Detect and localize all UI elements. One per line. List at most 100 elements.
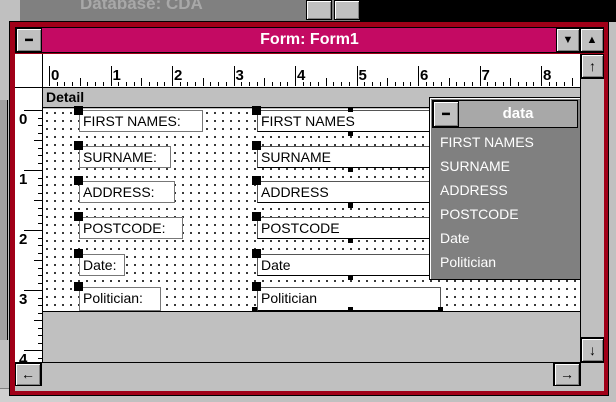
database-window-button-2[interactable] <box>334 0 360 20</box>
field-list-item-address[interactable]: ADDRESS <box>432 178 578 202</box>
field-list-system-menu[interactable]: ━ <box>433 101 459 127</box>
scroll-down-button[interactable]: ↓ <box>581 338 604 362</box>
ruler-tick <box>517 82 519 86</box>
ruler-tick <box>402 82 404 86</box>
scrollbar-corner <box>580 362 604 386</box>
ruler-corner <box>15 54 43 88</box>
textbox-address[interactable]: ADDRESS <box>257 181 441 203</box>
label-politician[interactable]: Politician: <box>79 287 161 311</box>
database-window-button[interactable] <box>306 0 332 20</box>
move-handle-textbox-surname[interactable] <box>252 141 261 150</box>
field-list-title-bar[interactable]: ━ data <box>432 100 578 128</box>
ruler-tick <box>38 207 42 209</box>
label-date[interactable]: Date: <box>79 254 125 276</box>
ruler-tick <box>471 82 473 86</box>
ruler-tick <box>295 66 296 86</box>
move-handle-label-date[interactable] <box>74 249 83 258</box>
field-list-item-date[interactable]: Date <box>432 226 578 250</box>
ruler-tick <box>79 78 81 86</box>
ruler-tick <box>348 82 350 86</box>
ruler-tick <box>456 82 458 86</box>
field-list-item-surname[interactable]: SURNAME <box>432 154 578 178</box>
scroll-left-button[interactable]: ← <box>15 363 41 386</box>
ruler-tick <box>279 82 281 86</box>
ruler-number: 5 <box>358 67 367 84</box>
ruler-number: 8 <box>543 67 552 84</box>
size-handle[interactable] <box>348 203 353 208</box>
ruler-tick <box>410 82 412 86</box>
ruler-tick <box>248 82 250 86</box>
ruler-tick <box>133 82 135 86</box>
size-handle[interactable] <box>438 307 443 312</box>
ruler-tick <box>318 82 320 86</box>
size-handle[interactable] <box>252 307 257 312</box>
field-list-window[interactable]: ━ data FIRST NAMES SURNAME ADDRESS POSTC… <box>429 97 581 280</box>
vertical-scrollbar[interactable]: ↑ ↓ <box>580 54 604 362</box>
minimize-button[interactable]: ▼ <box>556 28 580 52</box>
size-handle[interactable] <box>348 307 353 312</box>
size-handle[interactable] <box>348 131 353 136</box>
horizontal-scroll-track[interactable] <box>41 363 554 386</box>
scroll-up-button[interactable]: ↑ <box>581 54 604 78</box>
label-first-names[interactable]: FIRST NAMES: <box>79 110 203 132</box>
ruler-tick <box>34 320 42 321</box>
move-handle-textbox-date[interactable] <box>252 249 261 258</box>
ruler-number: 2 <box>174 67 183 84</box>
move-handle-label-postcode[interactable] <box>74 212 83 221</box>
label-postcode[interactable]: POSTCODE: <box>79 217 183 239</box>
ruler-tick <box>38 185 42 186</box>
ruler-tick <box>525 82 527 86</box>
move-handle-label-first-names[interactable] <box>74 106 83 115</box>
ruler-tick <box>38 177 42 179</box>
move-handle-label-politician[interactable] <box>74 282 83 291</box>
maximize-icon: ▲ <box>586 34 598 46</box>
ruler-tick <box>38 237 42 239</box>
move-handle-textbox-address[interactable] <box>252 176 261 185</box>
ruler-tick <box>387 78 389 86</box>
ruler-tick <box>38 335 42 336</box>
database-window[interactable]: Database: CDA <box>20 0 360 22</box>
move-handle-textbox-first-names[interactable] <box>252 106 261 115</box>
left-window-edge <box>0 100 8 340</box>
vertical-scroll-track[interactable] <box>581 78 604 338</box>
textbox-postcode[interactable]: POSTCODE <box>257 217 441 239</box>
size-handle[interactable] <box>348 107 353 112</box>
size-handle[interactable] <box>348 167 353 172</box>
ruler-tick <box>95 82 97 86</box>
ruler-tick <box>571 78 573 86</box>
move-handle-textbox-postcode[interactable] <box>252 212 261 221</box>
size-handle[interactable] <box>348 238 353 243</box>
ruler-tick <box>102 82 104 86</box>
textbox-surname[interactable]: SURNAME <box>257 146 441 168</box>
horizontal-scrollbar[interactable]: ← → <box>15 362 580 386</box>
ruler-tick <box>225 82 227 86</box>
ruler-number: 4 <box>19 351 28 362</box>
arrow-right-icon: → <box>560 366 574 382</box>
textbox-date[interactable]: Date <box>257 254 441 276</box>
field-list-item-politician[interactable]: Politician <box>432 250 578 274</box>
move-handle-label-address[interactable] <box>74 176 83 185</box>
label-surname[interactable]: SURNAME: <box>79 146 171 168</box>
move-handle-label-surname[interactable] <box>74 141 83 150</box>
form-title-bar[interactable]: ━ Form: Form1 ▼ ▲ <box>15 27 604 53</box>
textbox-first-names[interactable]: FIRST NAMES <box>257 110 441 132</box>
ruler-tick <box>38 327 42 329</box>
field-list-item-first-names[interactable]: FIRST NAMES <box>432 130 578 154</box>
field-list-item-postcode[interactable]: POSTCODE <box>432 202 578 226</box>
black-backdrop <box>360 0 616 22</box>
ruler-tick <box>110 66 112 86</box>
field-list-title: data <box>502 105 534 122</box>
scroll-right-button[interactable]: → <box>554 363 580 386</box>
arrow-down-icon: ↓ <box>589 342 596 358</box>
label-address[interactable]: ADDRESS: <box>79 181 175 203</box>
move-handle-textbox-politician[interactable] <box>252 282 261 291</box>
ruler-tick <box>64 82 66 86</box>
ruler-tick <box>34 200 42 201</box>
maximize-button[interactable]: ▲ <box>580 28 604 52</box>
ruler-tick <box>510 78 512 86</box>
ruler-tick <box>256 82 258 86</box>
size-handle[interactable] <box>348 275 353 280</box>
ruler-tick <box>38 117 42 119</box>
field-list[interactable]: FIRST NAMES SURNAME ADDRESS POSTCODE Dat… <box>432 130 578 277</box>
field-list-menu-icon: ━ <box>442 107 450 121</box>
